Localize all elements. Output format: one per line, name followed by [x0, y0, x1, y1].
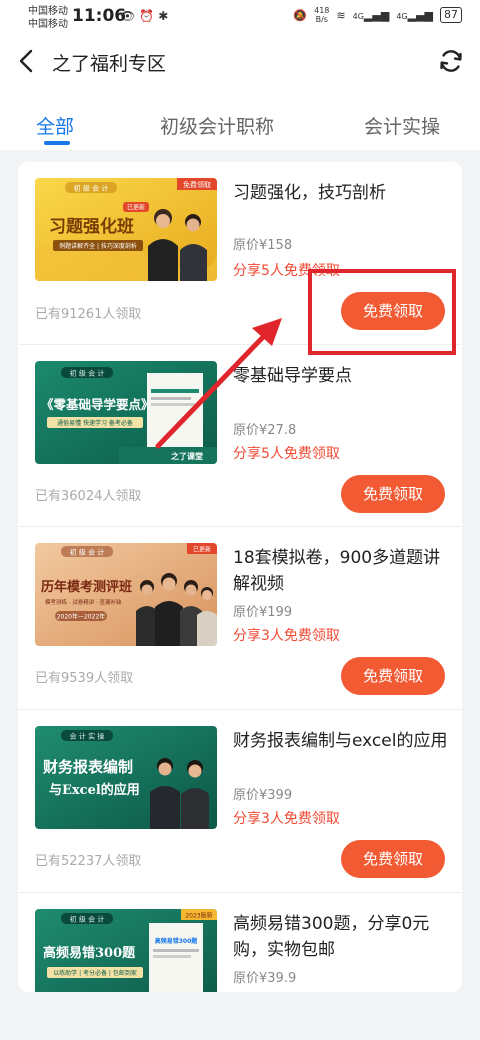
thumb-book-title: 高频易错300题	[155, 937, 199, 945]
tab-accounting-practice[interactable]: 会计实操	[364, 112, 440, 139]
claim-button[interactable]: 免费领取	[341, 840, 445, 878]
category-tabs: 全部 初级会计职称 会计实操	[0, 90, 480, 150]
thumb-headline: 历年模考测评班	[41, 579, 132, 595]
thumb-sub: 以练助学 | 考分必备 | 包邮到家	[53, 969, 137, 977]
signal-2-label: 4G	[396, 11, 408, 21]
course-thumbnail[interactable]: 初 级 会 计 2023版新 高频易错300题 以练助学 | 考分必备 | 包邮…	[35, 909, 217, 992]
course-thumbnail[interactable]: 初 级 会 计 《零基础导学要点》 通俗易懂 快速学习 备考必备 之了课堂	[35, 361, 217, 464]
mute-icon: 🔕	[293, 8, 308, 22]
item-title: 习题强化，技巧剖析	[233, 183, 386, 203]
item-original-price: 原价¥158	[233, 238, 293, 253]
thumb-headline-2: 与Excel的应用	[49, 782, 140, 798]
item-claim-count: 已有52237人领取	[35, 854, 142, 869]
status-right-icons: 🔕 418 B/s ≋ 4G▂▄▆ 4G▂▄▆ 87	[293, 6, 462, 24]
alarm-icon: ⏰	[139, 9, 159, 23]
claim-button[interactable]: 免费领取	[341, 657, 445, 695]
thumb-headline: 习题强化班	[49, 216, 134, 237]
thumb-sub: 通俗易懂 快速学习 备考必备	[57, 419, 133, 427]
list-item[interactable]: 会 计 实 操 财务报表编制 与Excel的应用 财务报表编制与excel的应用…	[18, 710, 462, 893]
bluetooth-icon: ✱	[158, 9, 173, 23]
course-thumbnail[interactable]: 初 级 会 计 已更新 历年模考测评班 模考测练 · 试卷精讲 · 查漏补缺 2…	[35, 543, 217, 646]
thumb-tag: 初 级 会 计	[70, 369, 105, 378]
net-speed-value: 418	[314, 6, 330, 15]
item-claim-count: 已有36024人领取	[35, 489, 142, 504]
course-thumbnail[interactable]: 会 计 实 操 财务报表编制 与Excel的应用	[35, 726, 217, 829]
thumb-tag: 初 级 会 计	[74, 184, 109, 193]
thumb-tag: 会 计 实 操	[70, 732, 105, 741]
item-title: 18套模拟卷，900多道题讲解视频	[233, 548, 441, 594]
carrier-1: 中国移动	[28, 6, 68, 17]
thumb-headline: 财务报表编制	[43, 758, 133, 776]
list-item[interactable]: 初 级 会 计 2023版新 高频易错300题 以练助学 | 考分必备 | 包邮…	[18, 893, 462, 992]
item-claim-count: 已有91261人领取	[35, 307, 142, 322]
bottom-area	[0, 992, 480, 1040]
course-thumbnail[interactable]: 初 级 会 计 免费领取 已更新 习题强化班 例题讲解齐全 | 技巧深度剖析	[35, 178, 217, 281]
item-original-price: 原价¥199	[233, 605, 293, 620]
list-item[interactable]: 初 级 会 计 《零基础导学要点》 通俗易懂 快速学习 备考必备 之了课堂 零基…	[18, 345, 462, 527]
item-title: 财务报表编制与excel的应用	[233, 731, 448, 751]
status-bar: 中国移动 中国移动 11:06 👁⏰✱ 🔕 418 B/s ≋ 4G▂▄▆ 4G▂…	[0, 0, 480, 36]
claim-button[interactable]: 免费领取	[341, 475, 445, 513]
item-title: 高频易错300题，分享0元购，实物包邮	[233, 914, 430, 960]
item-share-rule: 分享3人免费领取	[233, 811, 340, 827]
signal-2-icon: 4G▂▄▆	[396, 8, 433, 22]
status-time: 11:06	[72, 6, 127, 26]
page-title: 之了福利专区	[52, 53, 167, 75]
chevron-left-icon[interactable]	[12, 46, 42, 76]
status-left-icons: 👁⏰✱	[120, 9, 172, 23]
thumb-tag: 初 级 会 计	[70, 548, 105, 557]
item-original-price: 原价¥39.9	[233, 971, 297, 986]
signal-1-label: 4G	[352, 11, 364, 21]
item-share-rule: 分享5人免费领取	[233, 446, 340, 462]
thumb-headline: 《零基础导学要点》	[41, 397, 154, 412]
thumb-badge: 2023版新	[185, 912, 212, 920]
thumb-corner-label: 免费领取	[183, 180, 211, 189]
thumb-sub: 例题讲解齐全 | 技巧深度剖析	[59, 242, 137, 250]
carrier-labels: 中国移动 中国移动	[28, 5, 68, 31]
item-original-price: 原价¥27.8	[233, 423, 297, 438]
wifi-icon: ≋	[336, 8, 346, 22]
thumb-badge: 已更新	[127, 204, 145, 212]
item-original-price: 原价¥399	[233, 788, 293, 803]
refresh-icon[interactable]	[436, 46, 466, 76]
thumb-badge: 已更新	[193, 546, 211, 554]
carrier-2: 中国移动	[28, 19, 68, 30]
eye-icon: 👁	[120, 9, 140, 23]
net-speed: 418 B/s	[314, 6, 329, 24]
annotation-highlight-box	[308, 269, 456, 355]
signal-1-icon: 4G▂▄▆	[352, 8, 390, 22]
thumb-brand: 之了课堂	[171, 451, 203, 461]
item-title: 零基础导学要点	[233, 366, 352, 386]
list-item[interactable]: 初 级 会 计 已更新 历年模考测评班 模考测练 · 试卷精讲 · 查漏补缺 2…	[18, 527, 462, 710]
thumb-headline: 高频易错300题	[43, 945, 136, 961]
app-header: 之了福利专区	[0, 36, 480, 90]
battery-icon: 87	[440, 7, 462, 23]
net-speed-unit: B/s	[315, 15, 328, 24]
thumb-years: 2020年—2022年	[57, 613, 106, 621]
tab-all[interactable]: 全部	[36, 112, 74, 139]
thumb-sub: 模考测练 · 试卷精讲 · 查漏补缺	[45, 598, 122, 606]
item-claim-count: 已有9539人领取	[35, 671, 134, 686]
thumb-tag: 初 级 会 计	[70, 915, 105, 924]
item-share-rule: 分享3人免费领取	[233, 628, 340, 644]
active-tab-indicator	[44, 141, 70, 145]
tab-junior-accounting[interactable]: 初级会计职称	[160, 112, 274, 139]
